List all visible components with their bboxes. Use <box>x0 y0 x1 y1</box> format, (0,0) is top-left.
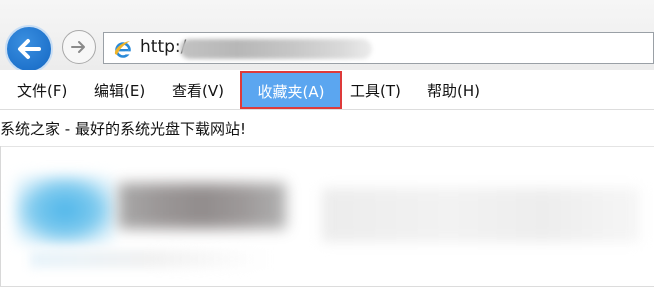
menu-item-tools[interactable]: 工具(T) <box>350 79 401 103</box>
logo-subtitle-blurred <box>30 250 270 268</box>
back-button[interactable] <box>5 25 53 73</box>
address-url-blurred <box>180 39 372 59</box>
menu-item-view[interactable]: 查看(V) <box>172 79 224 103</box>
menu-item-help[interactable]: 帮助(H) <box>427 79 480 103</box>
arrow-right-icon <box>71 41 85 53</box>
menu-item-favorites[interactable]: 收藏夹(A) <box>240 71 342 109</box>
content-divider <box>0 146 654 147</box>
page-title: 系统之家 - 最好的系统光盘下载网站! <box>0 120 246 138</box>
menu-item-edit[interactable]: 编辑(E) <box>94 79 145 103</box>
address-bar[interactable]: http:/ <box>103 32 654 64</box>
internet-explorer-icon <box>114 41 131 58</box>
forward-button[interactable] <box>62 30 96 64</box>
menu-item-file[interactable]: 文件(F) <box>17 79 67 103</box>
navigation-bar: http:/ <box>0 0 654 73</box>
arrow-left-icon <box>18 39 41 59</box>
content-left-border <box>0 146 1 286</box>
site-name-blurred[interactable] <box>118 183 286 229</box>
content-bottom-border <box>0 286 654 287</box>
site-logo-blurred[interactable] <box>15 175 115 245</box>
banner-blurred <box>322 188 640 242</box>
menu-bar: 文件(F) 编辑(E) 查看(V) 收藏夹(A) 工具(T) 帮助(H) <box>0 70 654 110</box>
